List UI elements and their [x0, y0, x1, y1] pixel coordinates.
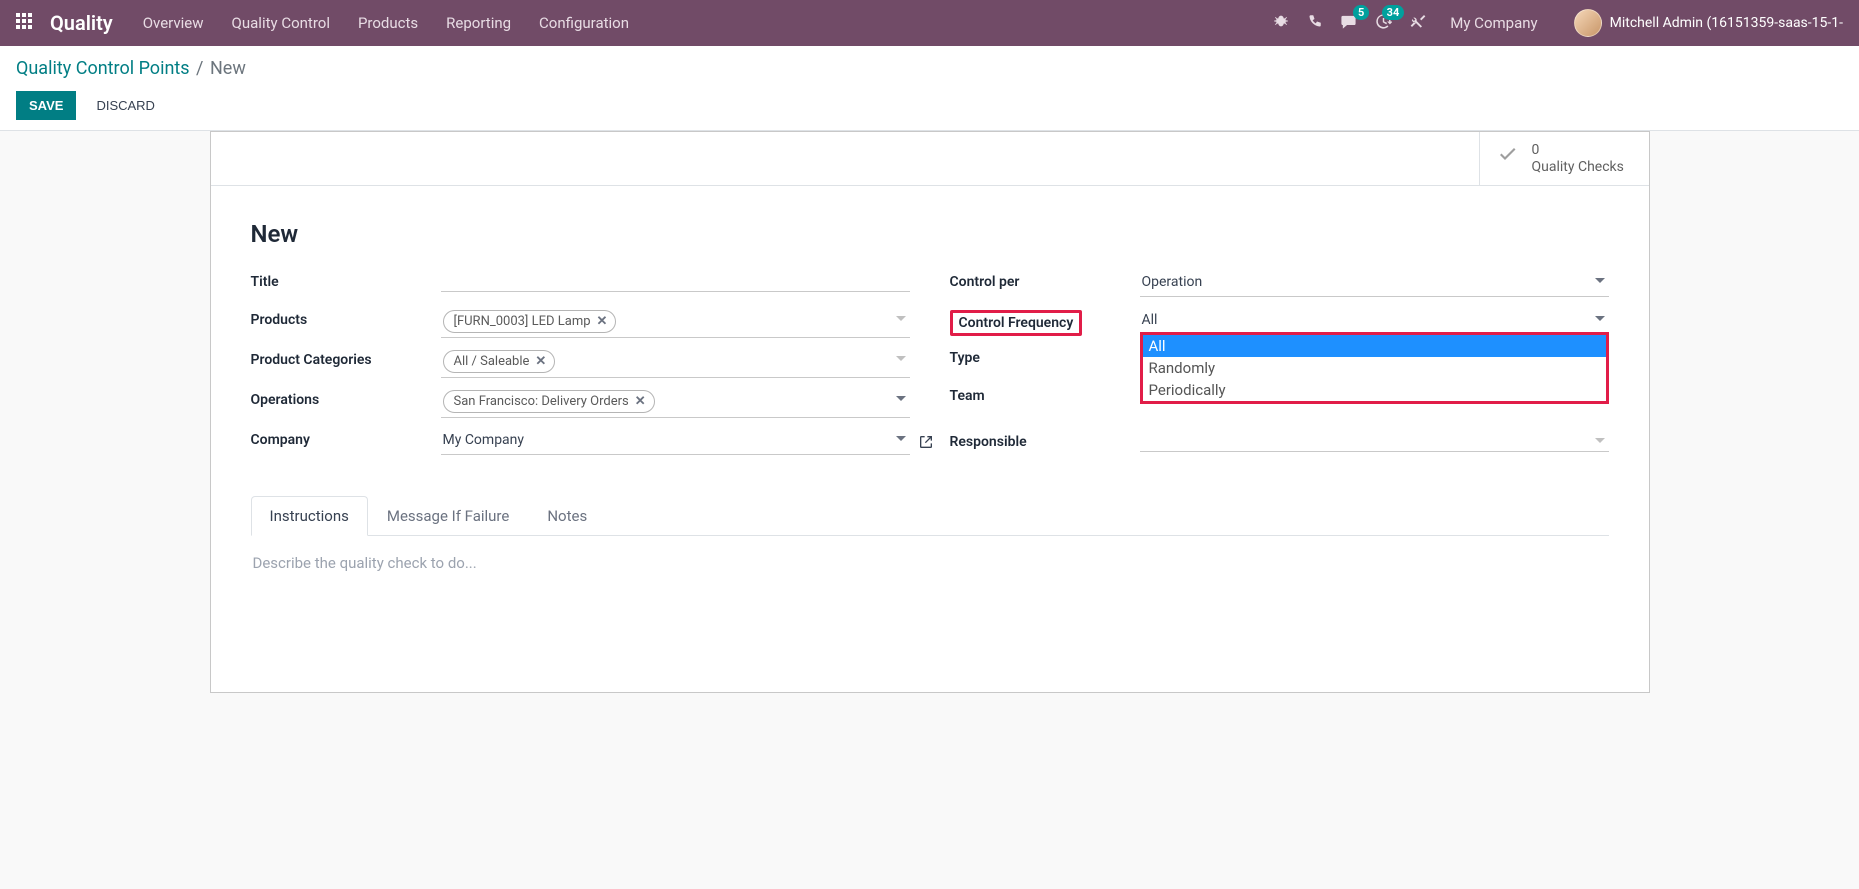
- type-label: Type: [950, 346, 1140, 366]
- nav-quality-control[interactable]: Quality Control: [232, 14, 330, 32]
- tab-content: Describe the quality check to do...: [251, 536, 1609, 672]
- caret-down-icon: [896, 396, 906, 401]
- tag-label: [FURN_0003] LED Lamp: [454, 314, 591, 329]
- tabs: Instructions Message If Failure Notes: [251, 496, 1609, 536]
- breadcrumb: Quality Control Points / New: [16, 58, 1843, 79]
- tab-instructions[interactable]: Instructions: [251, 496, 368, 536]
- stat-count: 0: [1532, 142, 1624, 159]
- responsible-label: Responsible: [950, 430, 1140, 450]
- form-sheet: 0 Quality Checks New Title Products: [210, 131, 1650, 693]
- nav-menu: Overview Quality Control Products Report…: [143, 14, 629, 32]
- operation-tag: San Francisco: Delivery Orders ✕: [443, 390, 655, 413]
- control-frequency-label: Control Frequency: [950, 310, 1083, 336]
- tag-label: All / Saleable: [454, 354, 530, 369]
- dropdown-option-randomly[interactable]: Randomly: [1143, 357, 1606, 379]
- breadcrumb-current: New: [210, 58, 246, 79]
- category-tag: All / Saleable ✕: [443, 350, 556, 373]
- dropdown-option-periodically[interactable]: Periodically: [1143, 379, 1606, 401]
- phone-icon[interactable]: [1307, 14, 1322, 33]
- nav-configuration[interactable]: Configuration: [539, 14, 629, 32]
- systray: 5 34 My Company Mitchell Admin (16151359…: [1273, 9, 1843, 37]
- activities-badge: 34: [1382, 5, 1405, 20]
- control-frequency-select[interactable]: All: [1140, 308, 1609, 335]
- button-box: 0 Quality Checks: [211, 132, 1649, 186]
- control-per-label: Control per: [950, 270, 1140, 290]
- company-label: Company: [251, 428, 441, 448]
- title-label: Title: [251, 270, 441, 290]
- breadcrumb-root[interactable]: Quality Control Points: [16, 58, 190, 79]
- right-column: Control per Operation Control Frequency …: [950, 270, 1609, 468]
- title-input[interactable]: [441, 270, 910, 292]
- save-button[interactable]: SAVE: [16, 91, 76, 120]
- products-label: Products: [251, 308, 441, 328]
- instructions-textarea[interactable]: Describe the quality check to do...: [253, 554, 1607, 654]
- nav-reporting[interactable]: Reporting: [446, 14, 511, 32]
- breadcrumb-separator: /: [196, 58, 203, 79]
- app-brand[interactable]: Quality: [50, 11, 113, 35]
- operations-input[interactable]: San Francisco: Delivery Orders ✕: [441, 388, 910, 418]
- product-categories-label: Product Categories: [251, 348, 441, 368]
- caret-down-icon: [896, 356, 906, 361]
- left-column: Title Products [FURN_0003] LED Lamp ✕: [251, 270, 910, 468]
- company-input[interactable]: My Company: [441, 428, 910, 455]
- checkmark-icon: [1496, 144, 1520, 174]
- user-menu[interactable]: Mitchell Admin (16151359-saas-15-1-: [1574, 9, 1843, 37]
- user-name: Mitchell Admin (16151359-saas-15-1-: [1610, 15, 1843, 31]
- products-input[interactable]: [FURN_0003] LED Lamp ✕: [441, 308, 910, 338]
- product-tag: [FURN_0003] LED Lamp ✕: [443, 310, 617, 333]
- tag-remove-icon[interactable]: ✕: [597, 314, 608, 329]
- caret-down-icon: [896, 316, 906, 321]
- nav-overview[interactable]: Overview: [143, 14, 204, 32]
- responsible-input[interactable]: [1140, 430, 1609, 452]
- dropdown-option-all[interactable]: All: [1143, 335, 1606, 357]
- stat-label: Quality Checks: [1532, 159, 1624, 176]
- tab-message-if-failure[interactable]: Message If Failure: [368, 496, 528, 536]
- control-panel: Quality Control Points / New SAVE DISCAR…: [0, 46, 1859, 131]
- activities-icon[interactable]: 34: [1375, 13, 1392, 34]
- tag-remove-icon[interactable]: ✕: [635, 394, 646, 409]
- operations-label: Operations: [251, 388, 441, 408]
- tag-label: San Francisco: Delivery Orders: [454, 394, 629, 409]
- navbar: Quality Overview Quality Control Product…: [0, 0, 1859, 46]
- tag-remove-icon[interactable]: ✕: [535, 354, 546, 369]
- tools-icon[interactable]: [1410, 13, 1426, 33]
- tab-notes[interactable]: Notes: [528, 496, 606, 536]
- control-frequency-dropdown: All Randomly Periodically: [1140, 332, 1609, 404]
- company-selector[interactable]: My Company: [1450, 14, 1537, 32]
- apps-icon[interactable]: [16, 13, 36, 33]
- bug-icon[interactable]: [1273, 13, 1289, 33]
- external-link-icon[interactable]: [918, 434, 934, 450]
- quality-checks-stat[interactable]: 0 Quality Checks: [1479, 132, 1649, 185]
- page-title: New: [251, 220, 1609, 248]
- messages-icon[interactable]: 5: [1340, 13, 1357, 34]
- nav-products[interactable]: Products: [358, 14, 418, 32]
- messages-badge: 5: [1353, 5, 1369, 20]
- control-per-select[interactable]: Operation: [1140, 270, 1609, 297]
- team-label: Team: [950, 384, 1140, 404]
- avatar: [1574, 9, 1602, 37]
- discard-button[interactable]: DISCARD: [86, 92, 165, 119]
- product-categories-input[interactable]: All / Saleable ✕: [441, 348, 910, 378]
